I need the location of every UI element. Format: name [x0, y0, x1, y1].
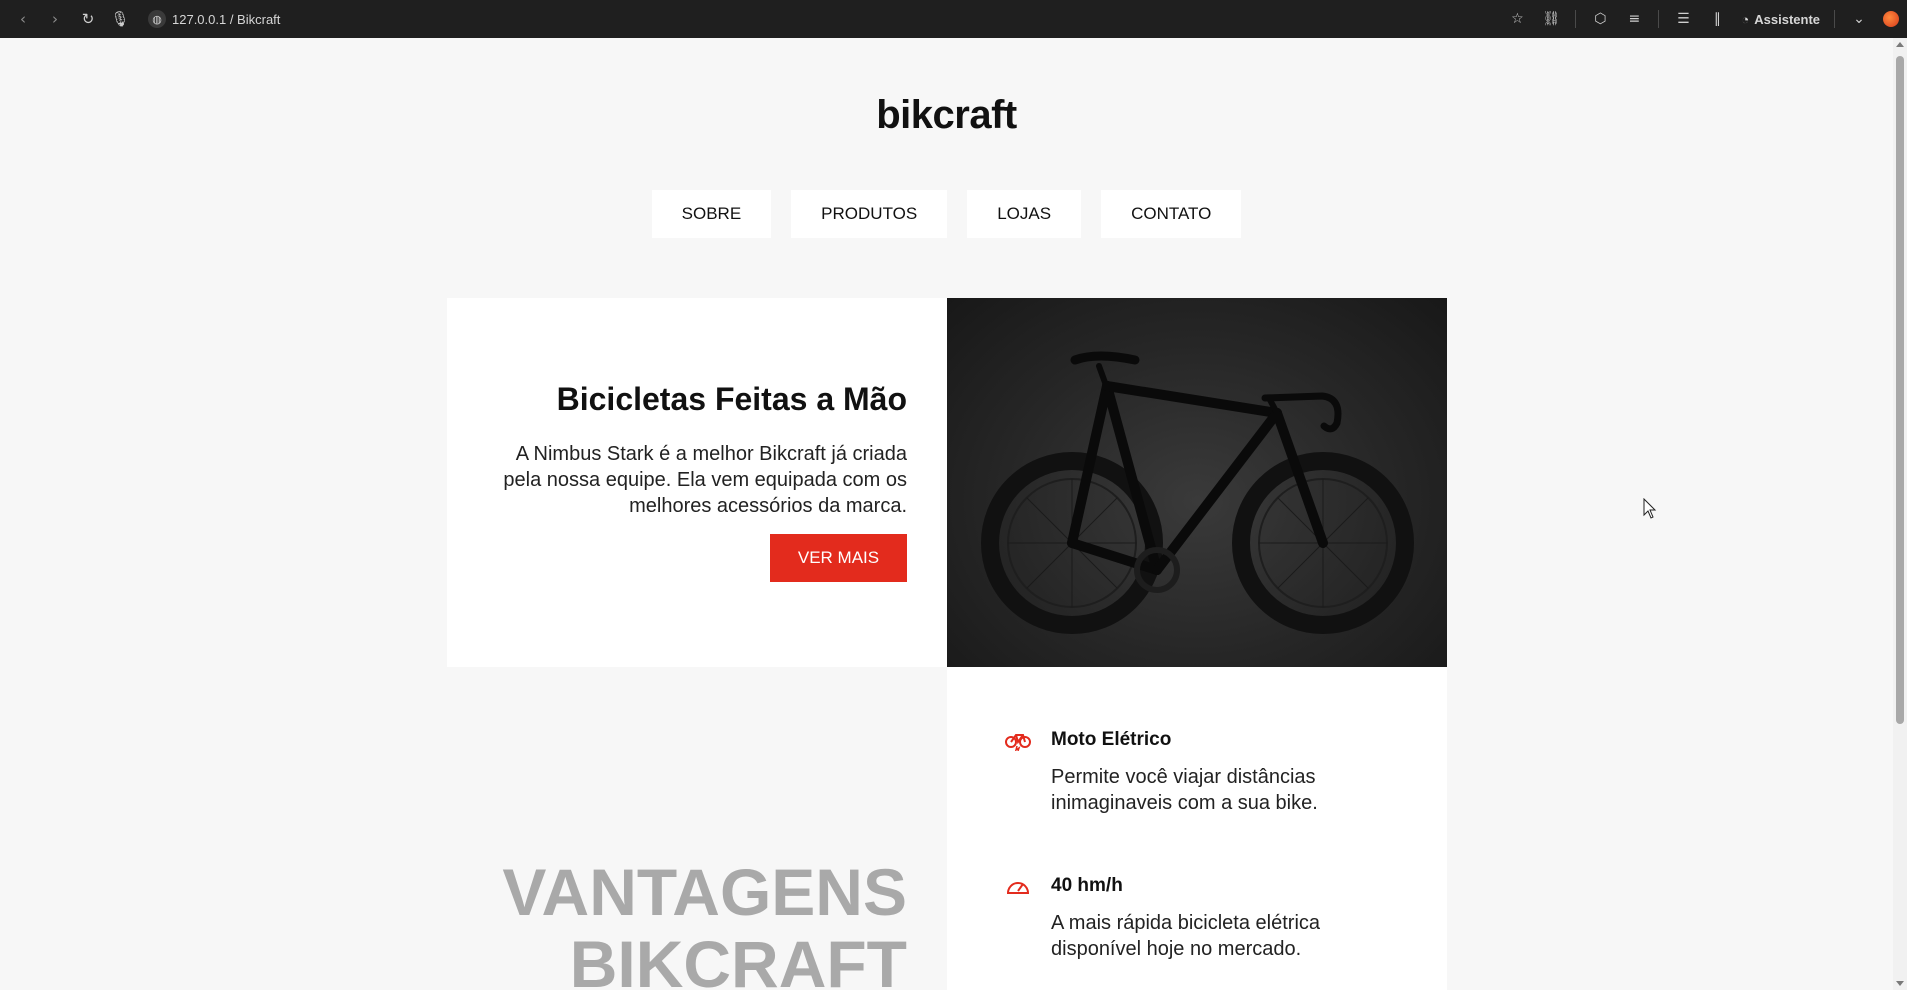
- reading-list-icon[interactable]: ≡: [1624, 11, 1644, 27]
- assistant-button[interactable]: ◔ Assistente: [1741, 12, 1820, 27]
- profile-avatar[interactable]: [1883, 11, 1899, 27]
- menu-item-lojas[interactable]: LOJAS: [967, 190, 1082, 238]
- back-icon[interactable]: ‹: [12, 8, 34, 30]
- ver-mais-button[interactable]: VER MAIS: [770, 534, 907, 582]
- advantages-title-line2: BIKCRAFT: [569, 927, 907, 990]
- vertical-scrollbar[interactable]: [1893, 38, 1907, 990]
- advantage-title: 40 hm/h: [1051, 875, 1123, 896]
- menu-item-contato[interactable]: CONTATO: [1101, 190, 1242, 238]
- toolbar-divider: [1575, 10, 1577, 28]
- microphone-icon[interactable]: 🎙: [109, 8, 131, 30]
- forward-icon[interactable]: ›: [44, 8, 66, 30]
- menu-item-sobre[interactable]: SOBRE: [651, 190, 772, 238]
- advantages-panel: Moto Elétrico Permite você viajar distân…: [947, 667, 1447, 990]
- toolbar-divider: [1834, 10, 1835, 28]
- scroll-up-icon[interactable]: [1896, 42, 1904, 47]
- speedometer-icon: [1006, 882, 1030, 894]
- scroll-down-icon[interactable]: [1896, 981, 1904, 986]
- advantages-title: VANTAGENS BIKCRAFT: [447, 856, 907, 990]
- hero-text-panel: Bicicletas Feitas a Mão A Nimbus Stark é…: [447, 298, 1017, 667]
- bike-image: [947, 298, 1447, 667]
- browser-toolbar: ‹ › ↻ 🎙 ◍ 127.0.0.1 / Bikcraft ☆ ⛓ ⬡ ≡ ☰…: [0, 0, 1907, 38]
- audio-wave-icon[interactable]: ∥: [1707, 11, 1727, 27]
- scrollbar-thumb[interactable]: [1896, 56, 1904, 724]
- link-icon[interactable]: ⛓: [1541, 11, 1561, 27]
- address-text: 127.0.0.1 / Bikcraft: [172, 11, 281, 27]
- hero-description: A Nimbus Stark é a melhor Bikcraft já cr…: [503, 443, 907, 517]
- advantage-text: Permite você viajar distâncias inimagina…: [1051, 766, 1318, 814]
- hero-section: Bicicletas Feitas a Mão A Nimbus Stark é…: [447, 298, 1447, 667]
- mouse-cursor-icon: [1643, 498, 1657, 519]
- toolbar-divider: [1658, 10, 1660, 28]
- site-logo[interactable]: bikcraft: [0, 93, 1893, 138]
- page-viewport: bikcraft SOBRE PRODUTOS LOJAS CONTATO Bi…: [0, 38, 1893, 990]
- advantage-text: A mais rápida bicicleta elétrica disponí…: [1051, 912, 1321, 960]
- advantages-title-line1: VANTAGENS: [502, 855, 907, 929]
- globe-icon: ◍: [148, 10, 166, 28]
- assistant-icon: ◔: [1741, 11, 1750, 27]
- assistant-label: Assistente: [1754, 11, 1820, 27]
- advantage-title: Moto Elétrico: [1051, 729, 1172, 750]
- address-bar[interactable]: ◍ 127.0.0.1 / Bikcraft: [148, 7, 280, 31]
- menu-lines-icon[interactable]: ☰: [1673, 11, 1693, 27]
- menu-item-produtos[interactable]: PRODUTOS: [791, 190, 948, 238]
- hero-title: Bicicletas Feitas a Mão: [556, 381, 907, 417]
- reload-icon[interactable]: ↻: [77, 8, 99, 30]
- main-menu: SOBRE PRODUTOS LOJAS CONTATO: [0, 190, 1893, 238]
- chevron-down-icon[interactable]: ⌄: [1849, 11, 1869, 27]
- electric-bike-icon: [1005, 734, 1031, 751]
- extensions-icon[interactable]: ⬡: [1590, 11, 1610, 27]
- bike-illustration: [981, 351, 1414, 634]
- bookmark-star-icon[interactable]: ☆: [1507, 11, 1527, 27]
